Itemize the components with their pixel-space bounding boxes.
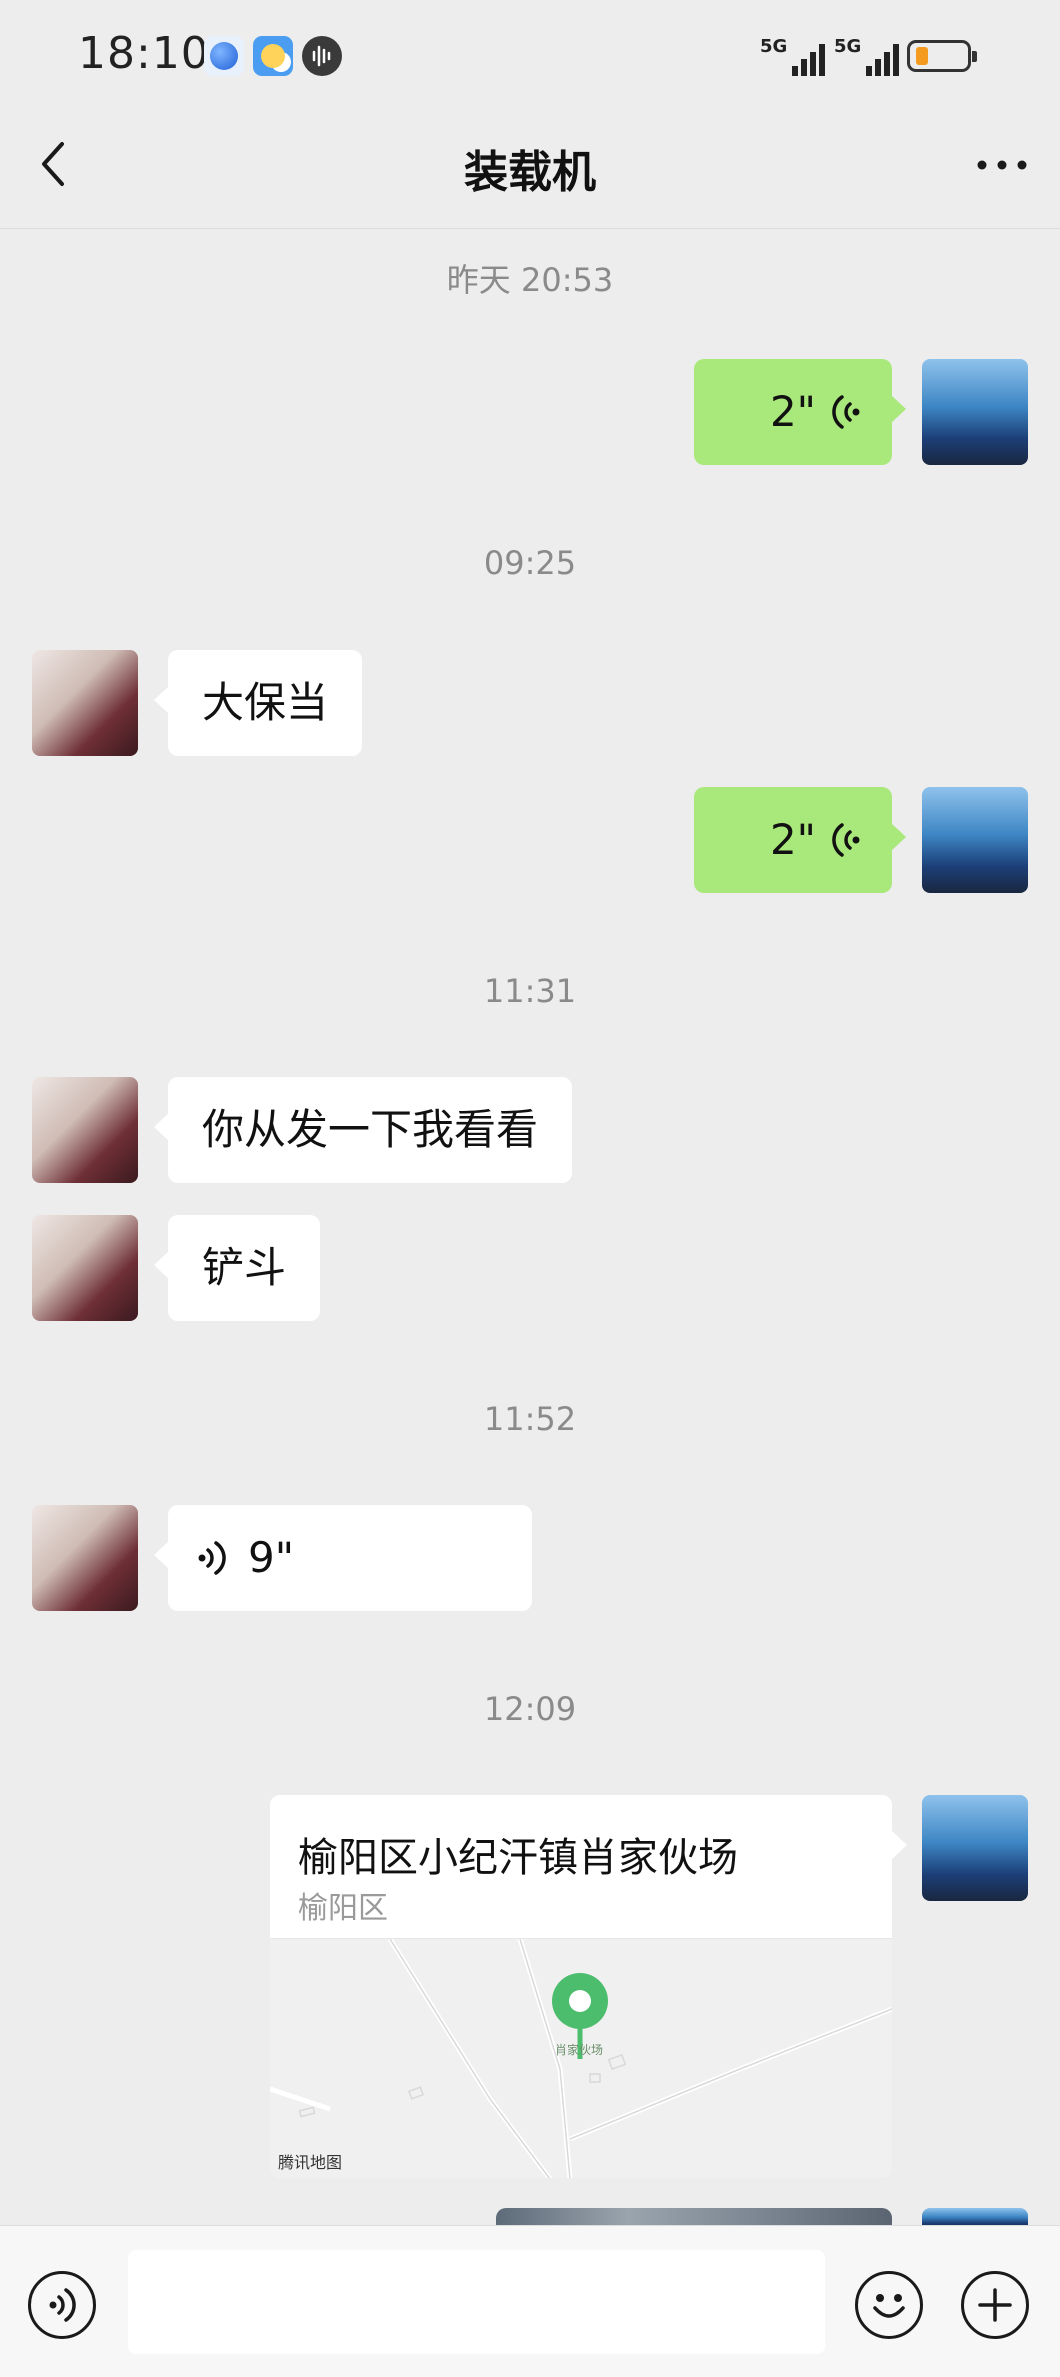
voice-message[interactable]: 9" xyxy=(154,1505,532,1611)
more-dots-icon[interactable] xyxy=(972,140,1032,190)
map-roads xyxy=(270,1939,892,2178)
timestamp: 12:09 xyxy=(483,1690,577,1728)
plus-icon[interactable] xyxy=(961,2271,1029,2339)
voice-message[interactable]: 2" xyxy=(694,359,906,465)
self-avatar[interactable] xyxy=(922,359,1028,465)
browser-app-icon xyxy=(204,36,244,76)
voice-duration: 2" xyxy=(769,815,816,864)
location-bubble-tail xyxy=(892,1831,907,1859)
chat-title: 装载机 xyxy=(464,147,596,198)
voice-message[interactable]: 2" xyxy=(694,787,906,893)
battery-icon xyxy=(907,40,977,72)
network-type-1: 5G xyxy=(760,36,788,57)
input-bar xyxy=(0,2225,1060,2377)
voice-wave-icon xyxy=(198,1541,226,1575)
text-message[interactable]: 你从发一下我看看 xyxy=(153,1077,573,1183)
friend-avatar[interactable] xyxy=(32,650,138,756)
message-text: 你从发一下我看看 xyxy=(202,1105,539,1154)
weather-app-icon xyxy=(253,36,293,76)
self-avatar[interactable] xyxy=(922,1795,1028,1901)
chat-header: 装载机 xyxy=(0,110,1060,229)
voice-mode-icon[interactable] xyxy=(28,2271,96,2339)
voice-wave-icon xyxy=(832,823,860,857)
friend-avatar[interactable] xyxy=(32,1215,138,1321)
timestamp: 09:25 xyxy=(483,544,577,582)
location-title: 榆阳区小纪汗镇肖家伙场 xyxy=(298,1835,738,1881)
emoji-icon[interactable] xyxy=(855,2271,923,2339)
location-map[interactable]: 肖家伙场 腾讯地图 xyxy=(270,1938,892,2178)
timestamp: 11:31 xyxy=(483,972,577,1010)
text-message[interactable]: 大保当 xyxy=(153,650,363,756)
text-message[interactable]: 铲斗 xyxy=(153,1215,321,1321)
friend-avatar[interactable] xyxy=(32,1077,138,1183)
audio-app-icon xyxy=(302,36,342,76)
signal-icon-1: 5G xyxy=(760,30,826,80)
message-input[interactable] xyxy=(128,2250,825,2354)
message-text: 铲斗 xyxy=(202,1243,287,1292)
status-time: 18:10 xyxy=(78,28,210,79)
signal-icon-2: 5G xyxy=(834,30,900,80)
friend-avatar[interactable] xyxy=(32,1505,138,1611)
map-place-label: 肖家伙场 xyxy=(555,2043,604,2057)
message-text: 大保当 xyxy=(202,678,329,727)
map-provider-logo: 腾讯地图 xyxy=(278,2153,343,2172)
voice-duration: 2" xyxy=(769,387,816,436)
voice-wave-icon xyxy=(832,395,860,429)
location-subtitle: 榆阳区 xyxy=(298,1891,388,1926)
self-avatar[interactable] xyxy=(922,787,1028,893)
network-type-2: 5G xyxy=(834,36,862,57)
timestamp: 11:52 xyxy=(483,1400,577,1438)
status-bar: 18:10 5G 5G xyxy=(0,0,1060,110)
location-message[interactable]: 榆阳区小纪汗镇肖家伙场 榆阳区 肖家伙场 腾讯地图 xyxy=(270,1795,892,2178)
timestamp: 昨天 20:53 xyxy=(446,261,614,299)
voice-duration: 9" xyxy=(248,1533,295,1582)
